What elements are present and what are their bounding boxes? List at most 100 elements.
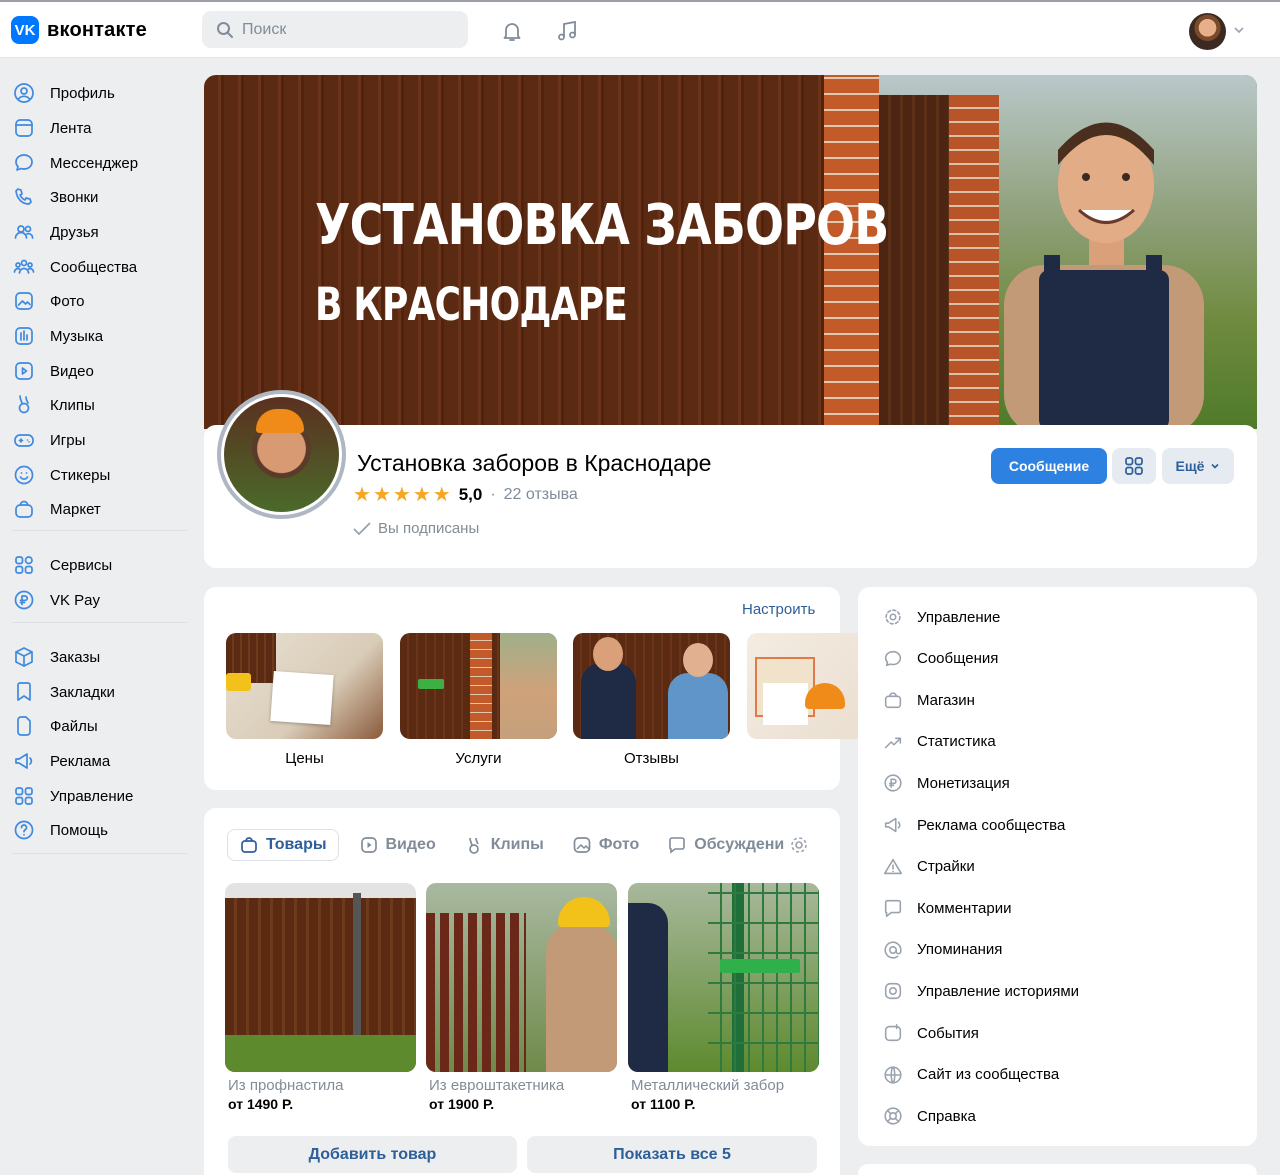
help-icon	[12, 818, 36, 842]
tab-photo[interactable]: Фото	[561, 829, 650, 861]
manage-menu-item-ruble-coin[interactable]: Монетизация	[882, 768, 1242, 798]
sidebar-item-label: Профиль	[50, 84, 115, 102]
sidebar-item-label: Сервисы	[50, 556, 113, 574]
tab-clips[interactable]: Клипы	[453, 829, 555, 861]
sidebar-item-label: VK Pay	[50, 591, 101, 609]
star-icon: ★	[353, 484, 371, 506]
manage-menu-item-label: События	[917, 1024, 979, 1042]
chevron-down-icon[interactable]	[1233, 24, 1245, 36]
sidebar-item-gamepad[interactable]: Игры	[12, 423, 187, 457]
gear-icon	[882, 606, 904, 628]
megaphone-icon	[12, 749, 36, 773]
lifebuoy-icon	[882, 1105, 904, 1127]
community-avatar[interactable]	[217, 390, 346, 519]
sidebar-item-bookmark[interactable]: Закладки	[12, 675, 187, 709]
sidebar-item-clips[interactable]: Клипы	[12, 388, 187, 422]
manage-menu-item-message[interactable]: Сообщения	[882, 644, 1242, 674]
sidebar-item-box[interactable]: Заказы	[12, 640, 187, 674]
sidebar-item-file[interactable]: Файлы	[12, 709, 187, 743]
feed-icon	[12, 116, 36, 140]
sidebar-item-message[interactable]: Мессенджер	[12, 146, 187, 180]
sidebar-item-communities[interactable]: Сообщества	[12, 250, 187, 284]
sidebar-item-label: Звонки	[50, 188, 99, 206]
manage-menu-item-label: Управление	[917, 608, 1001, 626]
music-note-icon[interactable]	[554, 18, 580, 44]
community-avatar-image	[224, 397, 339, 512]
tab-discussions[interactable]: Обсуждения	[656, 829, 784, 861]
sidebar-item-label: Заказы	[50, 648, 101, 666]
link-tile-services[interactable]: Услуги	[400, 633, 557, 767]
more-button[interactable]: Ещё	[1162, 448, 1234, 484]
file-icon	[12, 714, 36, 738]
notifications-bell-icon[interactable]	[499, 18, 525, 44]
sidebar-item-music[interactable]: Музыка	[12, 319, 187, 353]
manage-menu-item-gear[interactable]: Управление	[882, 602, 1242, 632]
manage-menu-item-megaphone[interactable]: Реклама сообщества	[882, 810, 1242, 840]
product-card[interactable]: Металлический забор от 1100 Р.	[628, 883, 819, 1112]
cover-worker-image	[1004, 122, 1204, 429]
manage-menu-item-event[interactable]: События	[882, 1018, 1242, 1048]
manage-menu-item-globe[interactable]: Сайт из сообщества	[882, 1060, 1242, 1090]
product-card[interactable]: Из евроштакетника от 1900 Р.	[426, 883, 617, 1112]
product-title: Из евроштакетника	[429, 1077, 565, 1094]
send-message-button[interactable]: Сообщение	[991, 448, 1107, 484]
helmet-shape	[256, 409, 304, 433]
tabs-settings-button[interactable]	[784, 829, 814, 861]
manage-menu-item-warning[interactable]: Страйки	[882, 852, 1242, 882]
search-input[interactable]	[242, 20, 442, 39]
tile-image	[573, 633, 730, 739]
sidebar-item-feed[interactable]: Лента	[12, 111, 187, 145]
link-tile-reviews[interactable]: Отзывы	[573, 633, 730, 767]
manage-menu-item-comment[interactable]: Комментарии	[882, 893, 1242, 923]
sidebar-item-photo[interactable]: Фото	[12, 284, 187, 318]
manage-menu-item-lifebuoy[interactable]: Справка	[882, 1101, 1242, 1131]
show-all-products-button[interactable]: Показать все 5	[527, 1136, 817, 1173]
vk-logo[interactable]: VK вконтакте	[11, 16, 147, 44]
clips-icon	[12, 393, 36, 417]
next-card	[858, 1164, 1257, 1175]
search-box[interactable]	[202, 11, 468, 48]
comment-icon	[669, 837, 686, 854]
sidebar-item-video[interactable]: Видео	[12, 354, 187, 388]
vk-logo-icon: VK	[11, 16, 39, 44]
star-icon: ★	[372, 484, 391, 506]
sidebar-divider	[12, 622, 187, 623]
rating-value: 5,0	[458, 485, 483, 504]
manage-menu-item-trend[interactable]: Статистика	[882, 727, 1242, 757]
sidebar-item-smile[interactable]: Стикеры	[12, 458, 187, 492]
services-grid-icon	[12, 553, 36, 577]
video-icon	[360, 837, 377, 853]
product-title: Из профнастила	[228, 1077, 344, 1094]
link-tile-prices[interactable]: Цены	[226, 633, 383, 767]
product-card[interactable]: Из профнастила от 1490 Р.	[225, 883, 416, 1112]
apps-grid-button[interactable]	[1112, 448, 1156, 484]
sidebar-item-label: Помощь	[50, 821, 108, 839]
tab-video[interactable]: Видео	[348, 829, 447, 861]
sidebar-item-services-grid[interactable]: Сервисы	[12, 548, 187, 582]
product-price: от 1490 Р.	[228, 1096, 294, 1112]
manage-menu-item-shop-bag[interactable]: Магазин	[882, 685, 1242, 715]
market-bag-icon	[241, 837, 257, 853]
tab-products[interactable]: Товары	[227, 829, 339, 861]
sidebar-item-ruble-coin[interactable]: VK Pay	[12, 583, 187, 617]
sidebar-item-user-circle[interactable]: Профиль	[12, 76, 187, 110]
sidebar-item-phone[interactable]: Звонки	[12, 180, 187, 214]
sidebar-item-manage-grid[interactable]: Управление	[12, 779, 187, 813]
sidebar-item-help[interactable]: Помощь	[12, 813, 187, 847]
gear-icon	[791, 837, 808, 853]
sidebar-item-megaphone[interactable]: Реклама	[12, 744, 187, 778]
add-product-button[interactable]: Добавить товар	[228, 1136, 517, 1173]
sidebar-item-friends[interactable]: Друзья	[12, 215, 187, 249]
manage-menu-item-stories[interactable]: Управление историями	[882, 976, 1242, 1006]
user-avatar[interactable]	[1189, 13, 1226, 50]
manage-menu-item-at[interactable]: Упоминания	[882, 935, 1242, 965]
music-icon	[12, 324, 36, 348]
reviews-count[interactable]: 22 отзыва	[504, 486, 578, 504]
sidebar-item-market-bag[interactable]: Маркет	[12, 492, 187, 526]
box-icon	[12, 645, 36, 669]
configure-link[interactable]: Настроить	[742, 601, 815, 618]
sidebar-divider	[12, 853, 187, 854]
video-icon	[12, 359, 36, 383]
subscription-status[interactable]: Вы подписаны	[353, 520, 479, 537]
community-rating[interactable]: ★ ★ ★ ★ ★ 5,0 · 22 отзыва	[353, 485, 578, 505]
